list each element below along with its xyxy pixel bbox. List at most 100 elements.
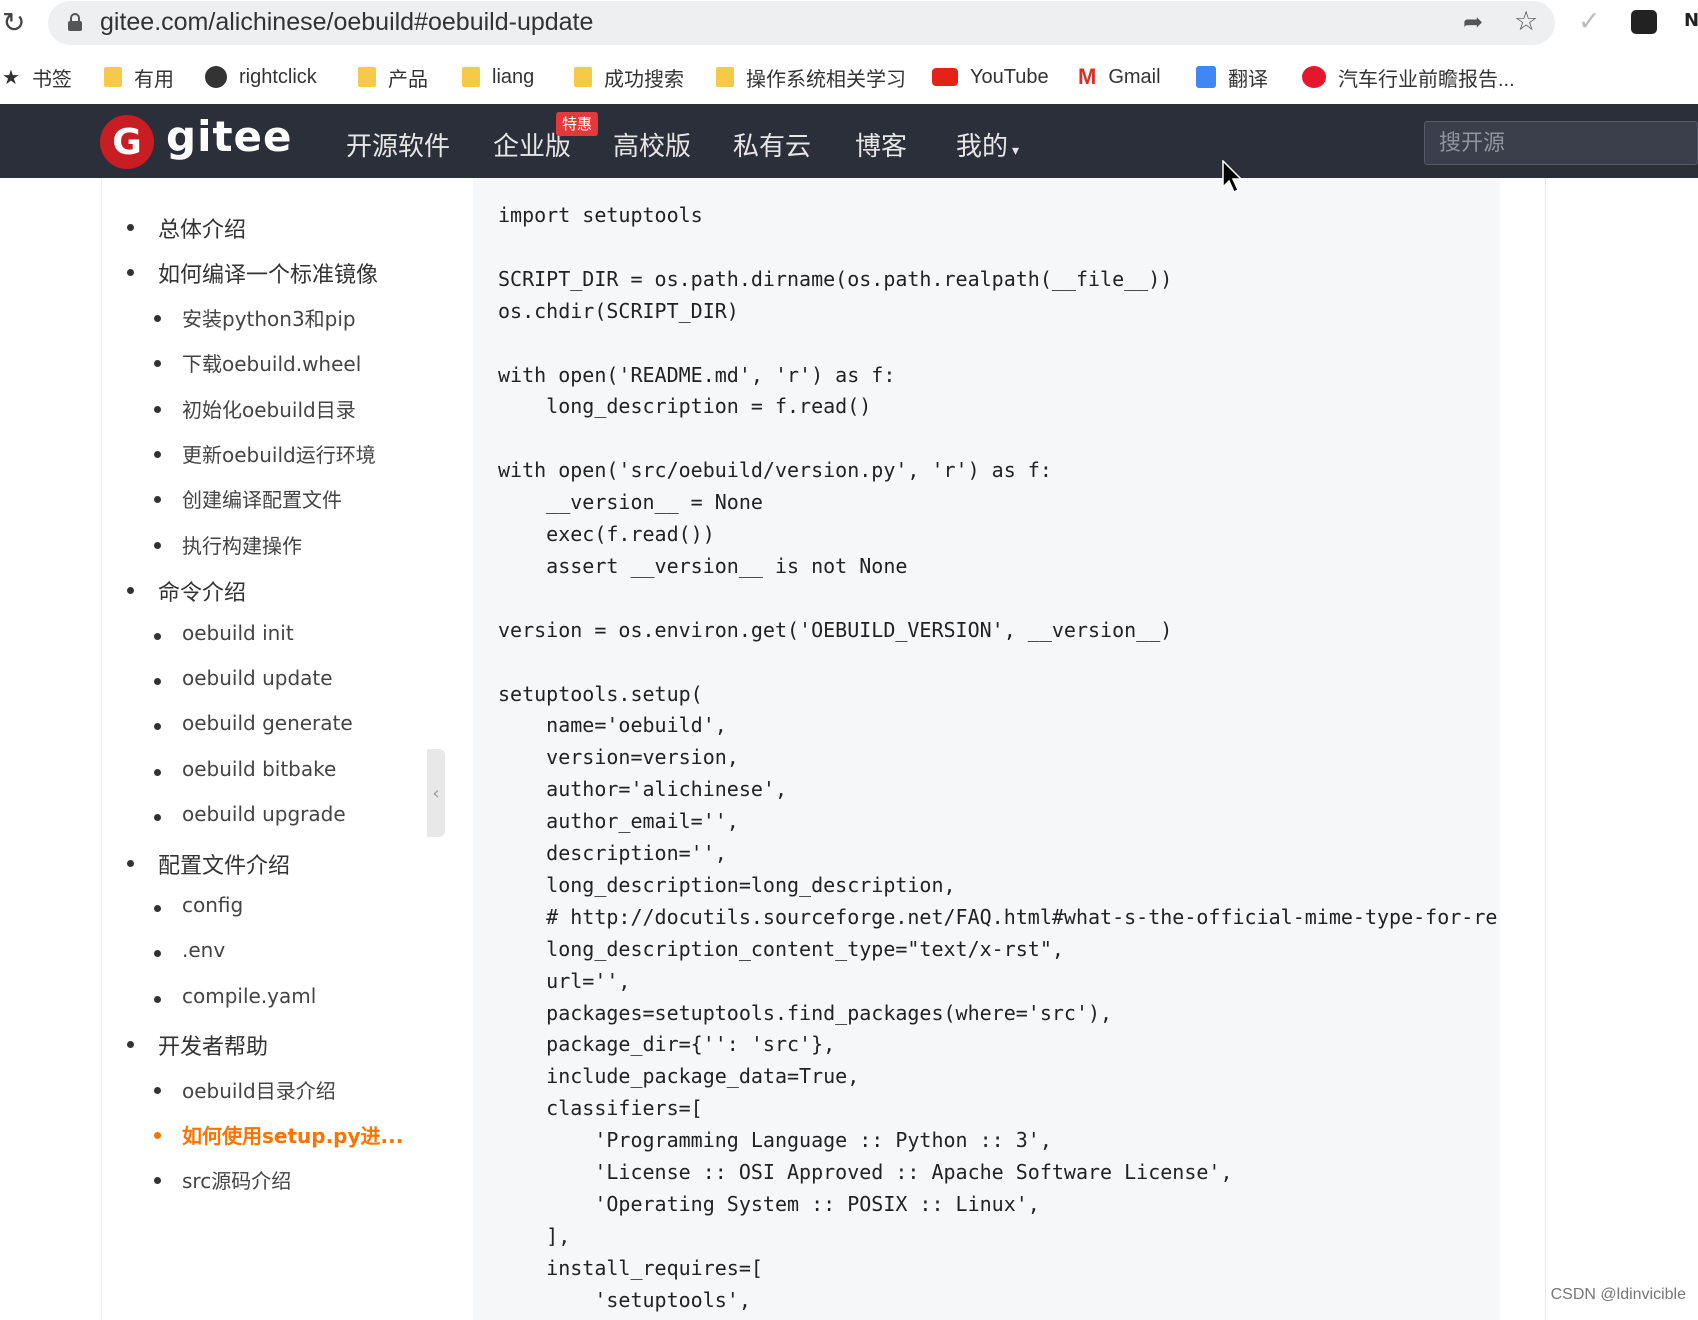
nav-education[interactable]: 高校版	[613, 126, 691, 163]
check-icon[interactable]: ✓	[1578, 6, 1601, 37]
toc-bullet	[154, 768, 161, 776]
code-line: description='',	[498, 841, 727, 865]
toc-item[interactable]: 创建编译配置文件	[182, 484, 342, 513]
code-line: install_requires=[	[498, 1255, 763, 1280]
toc-item[interactable]: compile.yaml	[182, 984, 316, 1008]
toc-bullet	[127, 859, 134, 867]
weibo-icon	[1302, 66, 1326, 88]
bookmark-item[interactable]: rightclick	[205, 62, 317, 92]
toc-item[interactable]: oebuild update	[182, 666, 333, 690]
code-line: author='alichinese',	[498, 777, 787, 802]
toc-bullet	[154, 405, 161, 413]
bookmark-label: Gmail	[1108, 65, 1161, 88]
mouse-cursor-icon	[1222, 160, 1243, 194]
reload-icon[interactable]: ↻	[2, 8, 25, 38]
share-icon[interactable]: ➦	[1463, 8, 1483, 36]
toc-item[interactable]: oebuild bitbake	[182, 757, 336, 781]
bookmark-item[interactable]: 汽车行业前瞻报告...	[1302, 62, 1515, 92]
toc-item[interactable]: oebuild generate	[182, 711, 353, 735]
gitee-logo-text[interactable]: gitee	[166, 112, 293, 161]
bookmark-star-icon[interactable]: ☆	[1514, 6, 1538, 37]
code-line: with open('README.md', 'r') as f:	[498, 362, 896, 387]
toc-item[interactable]: oebuild upgrade	[182, 802, 346, 826]
folder-icon	[104, 67, 122, 87]
toc-item[interactable]: 执行构建操作	[182, 530, 302, 559]
toc-bullet	[154, 1086, 161, 1094]
bookmark-item[interactable]: 有用	[104, 62, 174, 92]
code-line: name='oebuild',	[498, 713, 727, 738]
toc-item[interactable]: 总体介绍	[158, 212, 246, 244]
toc-bullet	[154, 541, 161, 549]
toc-bullet	[154, 314, 161, 322]
toc-bullet	[154, 451, 161, 458]
bookmark-item[interactable]: ★ 书签	[2, 62, 72, 92]
toc-item[interactable]: 更新oebuild运行环境	[182, 439, 376, 468]
bookmark-item[interactable]: 成功搜索	[574, 62, 684, 92]
toc-bullet	[154, 995, 161, 1003]
collapse-sidebar-button[interactable]: ‹	[427, 749, 445, 837]
code-line: ],	[498, 1223, 571, 1248]
toc-item[interactable]: oebuild目录介绍	[182, 1075, 336, 1104]
toc-item[interactable]: .env	[182, 938, 225, 962]
gitee-logo-icon[interactable]: G	[100, 115, 154, 169]
toc-item[interactable]: 初始化oebuild目录	[182, 394, 356, 423]
bookmark-item[interactable]: 产品	[358, 62, 428, 92]
bookmark-label: liang	[492, 65, 535, 88]
toc-item[interactable]: oebuild init	[182, 621, 294, 645]
bookmark-label: 有用	[134, 68, 174, 91]
lock-icon[interactable]	[66, 12, 84, 32]
chevron-left-icon: ‹	[432, 782, 440, 804]
toc-item[interactable]: 如何编译一个标准镜像	[158, 257, 378, 289]
code-line: packages=setuptools.find_packages(where=…	[498, 1000, 1113, 1025]
toc-item[interactable]: config	[182, 893, 243, 917]
nav-mine[interactable]: 我的 ▾	[956, 126, 1019, 163]
globe-icon	[205, 66, 227, 88]
bookmark-label: 操作系统相关学习	[746, 68, 906, 91]
code-line: include_package_data=True,	[498, 1064, 860, 1089]
star-icon: ★	[2, 66, 20, 89]
toc-item[interactable]: 下载oebuild.wheel	[182, 348, 361, 377]
toc-bullet	[154, 632, 161, 640]
bookmark-label: 产品	[388, 68, 428, 91]
profile-letter[interactable]: N	[1684, 10, 1698, 31]
nav-blog[interactable]: 博客	[855, 126, 907, 163]
code-line: long_description=long_description,	[498, 872, 956, 897]
toc-item[interactable]: src源码介绍	[182, 1165, 291, 1194]
gmail-icon: M	[1078, 64, 1097, 89]
extension-icon[interactable]	[1631, 10, 1657, 34]
code-line: os.chdir(SCRIPT_DIR)	[498, 298, 739, 323]
toc-item[interactable]: 如何使用setup.py进...	[182, 1120, 403, 1149]
nav-private-cloud[interactable]: 私有云	[733, 126, 811, 163]
folder-icon	[462, 67, 480, 87]
folder-icon	[574, 67, 592, 87]
youtube-icon	[932, 68, 958, 86]
url-text[interactable]: gitee.com/alichinese/oebuild#oebuild-upd…	[100, 6, 593, 38]
bookmark-item[interactable]: YouTube	[932, 62, 1049, 92]
code-line: 'License :: OSI Approved :: Apache Softw…	[498, 1160, 1233, 1184]
code-block: import setuptools SCRIPT_DIR = os.path.di…	[473, 178, 1500, 1320]
code-line: 'Operating System :: POSIX :: Linux',	[498, 1191, 1040, 1216]
bookmark-item[interactable]: M Gmail	[1078, 62, 1161, 92]
watermark: CSDN @ldinvicible	[1550, 1286, 1686, 1303]
toc-item[interactable]: 配置文件介绍	[158, 848, 290, 880]
bookmark-item[interactable]: liang	[462, 62, 534, 92]
bookmark-item[interactable]: 翻译	[1196, 62, 1268, 92]
toc-item[interactable]: 命令介绍	[158, 575, 246, 607]
code-line: # http://docutils.sourceforge.net/FAQ.ht…	[498, 904, 1498, 929]
nav-open-source[interactable]: 开源软件	[346, 126, 450, 163]
bookmark-label: YouTube	[970, 65, 1049, 88]
search-input[interactable]: 搜开源	[1424, 121, 1698, 165]
folder-icon	[716, 67, 734, 87]
code-line: long_description = f.read()	[498, 394, 872, 419]
promo-badge: 特惠	[556, 112, 599, 136]
browser-toolbar: ↻ gitee.com/alichinese/oebuild#oebuild-u…	[0, 0, 1698, 48]
toc-item[interactable]: 开发者帮助	[158, 1029, 268, 1061]
bookmark-label: 书签	[31, 68, 72, 91]
toc-item[interactable]: 安装python3和pip	[182, 303, 356, 332]
code-line: version = os.environ.get('OEBUILD_VERSIO…	[498, 617, 1173, 642]
bookmark-item[interactable]: 操作系统相关学习	[716, 62, 906, 92]
toc-bullet	[154, 905, 161, 912]
code-line: setuptools.setup(	[498, 681, 703, 706]
bookmark-label: 汽车行业前瞻报告...	[1338, 68, 1515, 91]
nav-mine-label: 我的	[956, 132, 1009, 162]
